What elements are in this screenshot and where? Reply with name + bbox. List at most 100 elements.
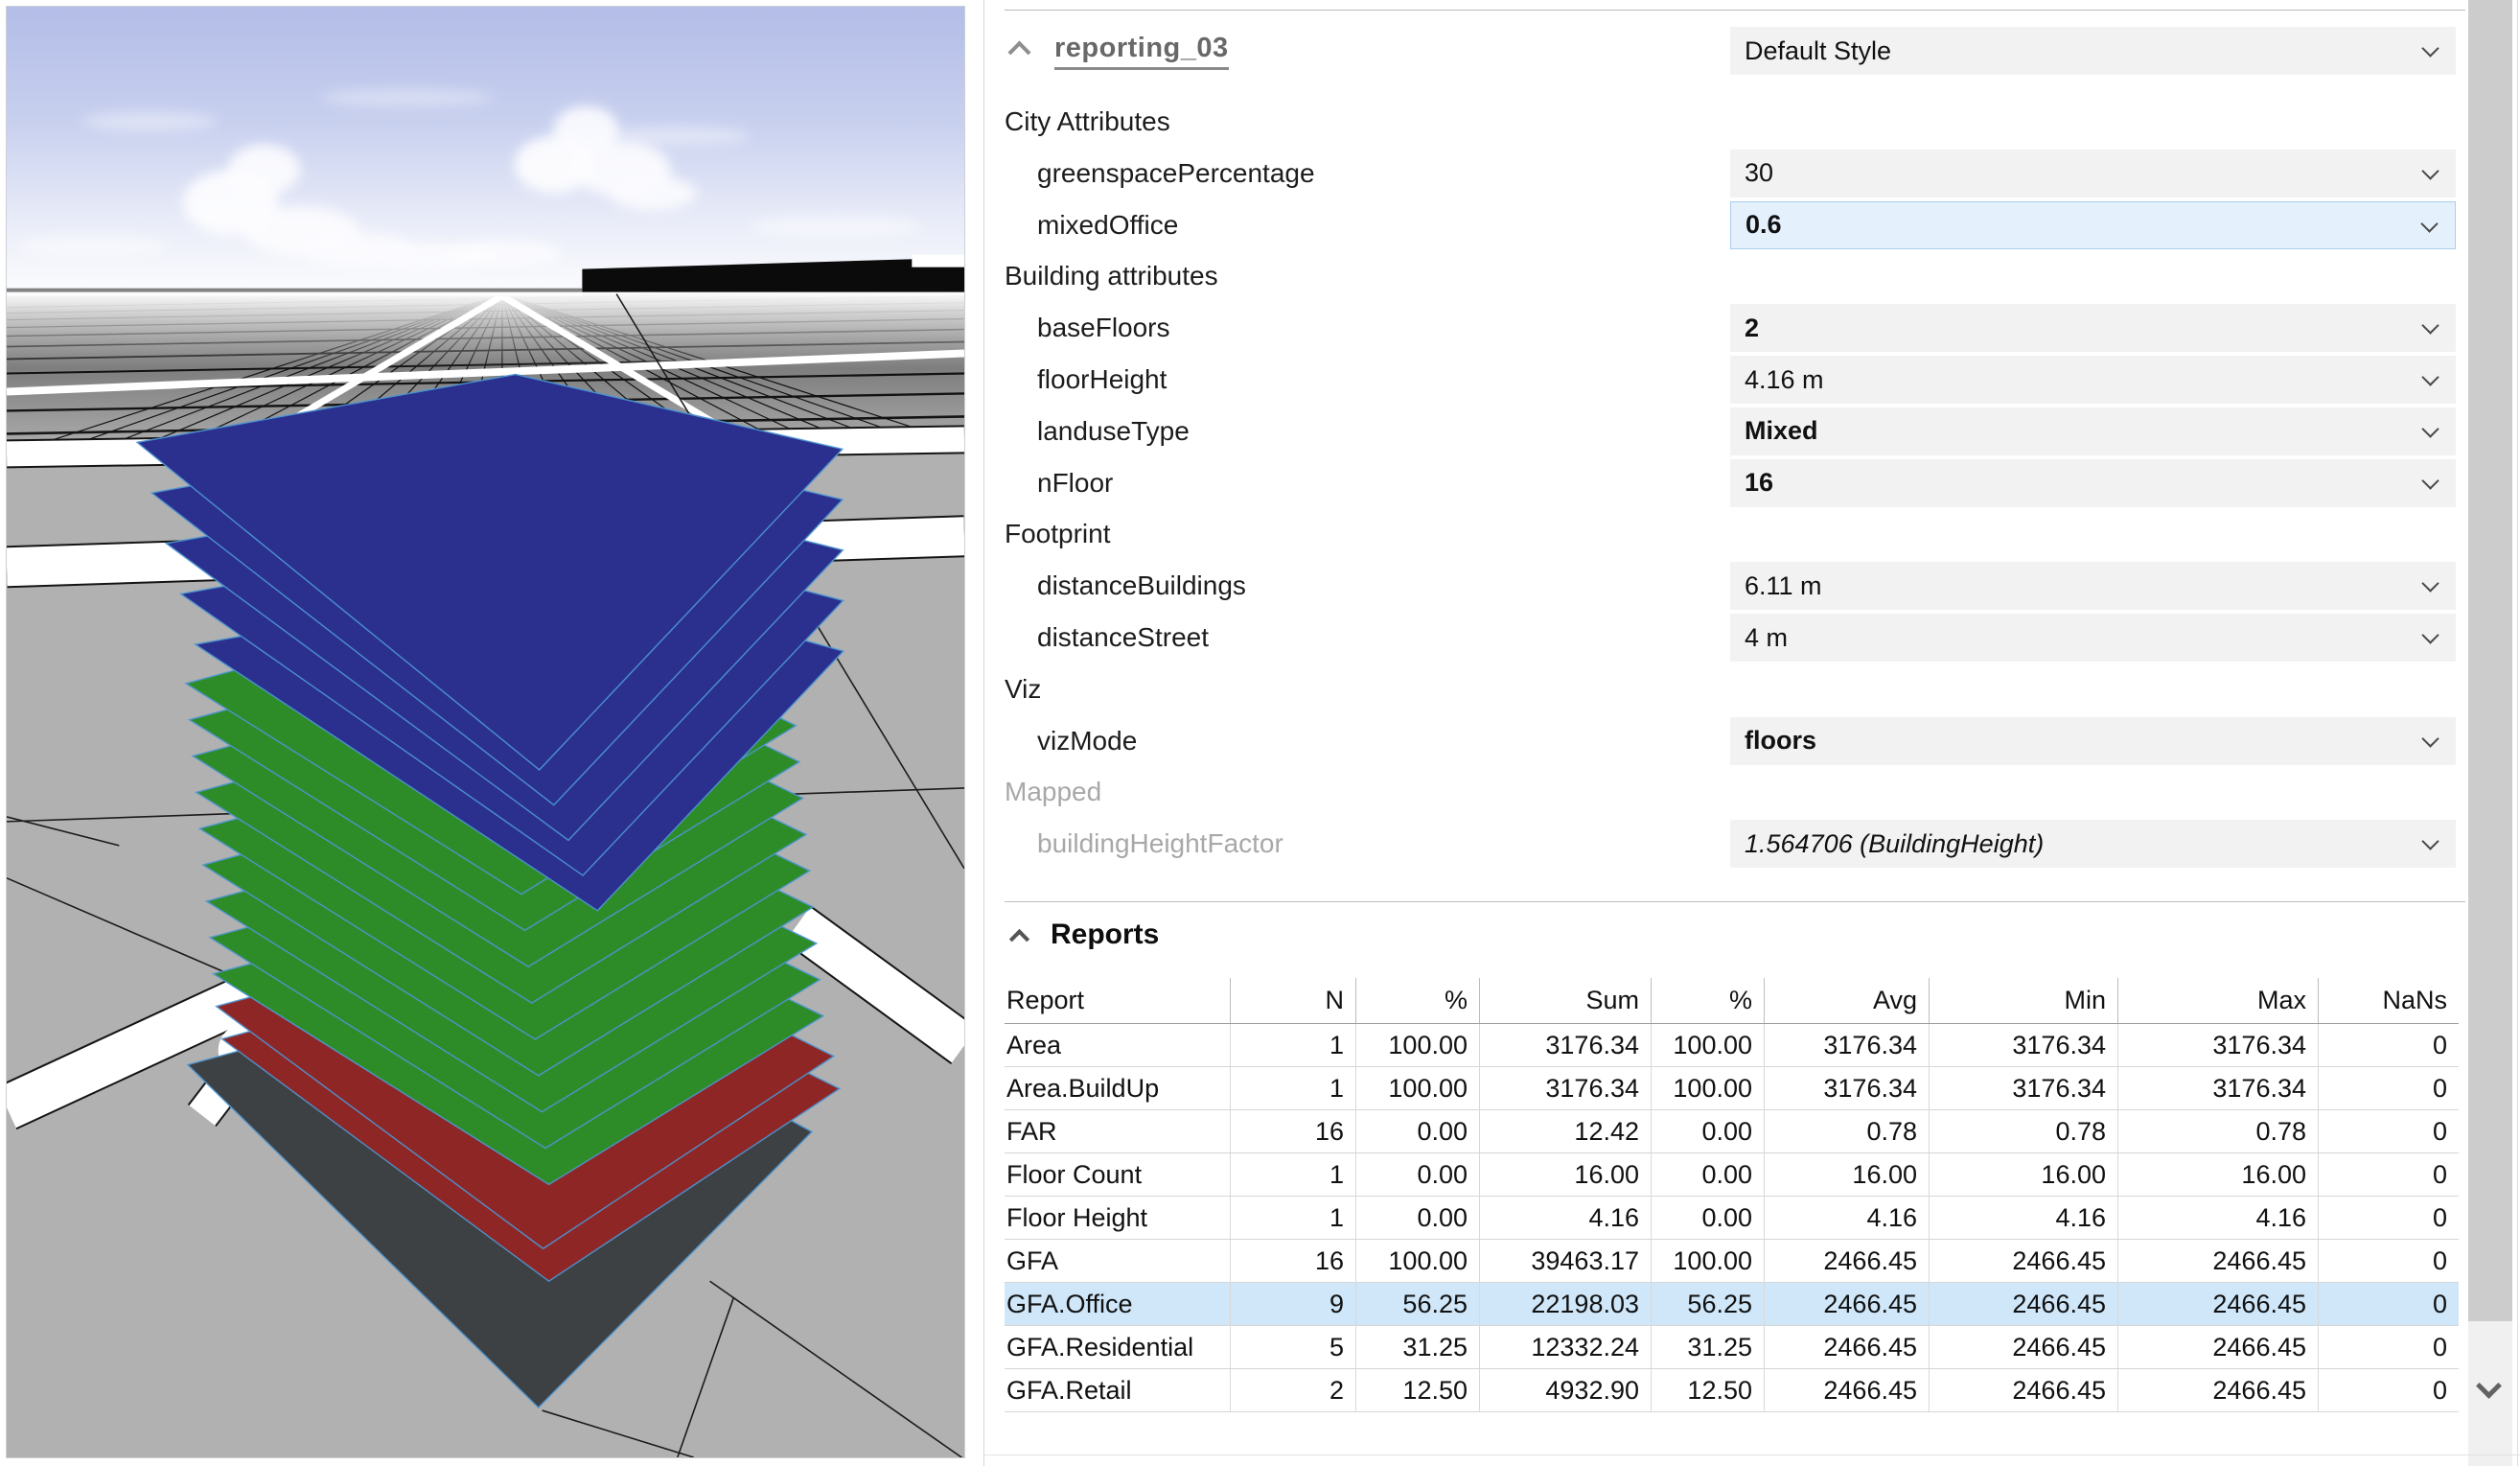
table-cell: 1 [1230,1197,1355,1239]
value-dropdown-vizmode[interactable]: floors [1730,717,2456,765]
value-dropdown-nfloor[interactable]: 16 [1730,459,2456,507]
collapse-shape-icon[interactable] [1007,40,1030,63]
table-row-far[interactable]: FAR160.0012.420.000.780.780.780 [1005,1110,2459,1153]
table-cell: 3176.34 [2117,1024,2318,1066]
table-row-floor-height[interactable]: Floor Height10.004.160.004.164.164.160 [1005,1197,2459,1240]
attribute-label: baseFloors [1037,302,1170,354]
dropdown-value: 2 [1745,314,1759,343]
attribute-row-basefloors: baseFloors 2 [0,302,2520,354]
section-label: Footprint [1005,508,1111,560]
panel-bottom-rule [984,1454,2520,1455]
value-dropdown-landusetype[interactable]: Mixed [1730,407,2456,455]
table-cell: 100.00 [1355,1024,1479,1066]
column-header: Max [2117,978,2318,1023]
value-dropdown-buildingheightfactor[interactable]: 1.564706 (BuildingHeight) [1730,820,2456,868]
table-cell: 0 [2318,1283,2459,1325]
attribute-label: mixedOffice [1037,199,1178,251]
table-cell: 0.00 [1355,1197,1479,1239]
attribute-row-vizmode: vizMode floors [0,715,2520,767]
attribute-label: distanceStreet [1037,612,1209,663]
value-dropdown-distancestreet[interactable]: 4 m [1730,614,2456,662]
value-dropdown-mixedoffice[interactable]: 0.6 [1730,201,2456,249]
table-cell: FAR [1005,1110,1230,1152]
table-row-gfa-office[interactable]: GFA.Office956.2522198.0356.252466.452466… [1005,1283,2459,1326]
table-cell: 4.16 [2117,1197,2318,1239]
section-viz: Viz [0,663,2520,715]
dropdown-value: 0.6 [1746,210,1782,240]
table-row-area-buildup[interactable]: Area.BuildUp1100.003176.34100.003176.343… [1005,1067,2459,1110]
table-cell: 3176.34 [1764,1067,1929,1109]
dropdown-value: 1.564706 (BuildingHeight) [1745,829,2044,859]
table-cell: 12.50 [1355,1369,1479,1411]
table-cell: 3176.34 [1929,1024,2117,1066]
table-row-floor-count[interactable]: Floor Count10.0016.000.0016.0016.0016.00… [1005,1153,2459,1197]
column-header: NaNs [2318,978,2459,1023]
chevron-down-icon [2421,316,2439,334]
attribute-label: buildingHeightFactor [1037,818,1283,870]
table-cell: 3176.34 [1764,1024,1929,1066]
table-cell: 1 [1230,1024,1355,1066]
table-row-gfa-retail[interactable]: GFA.Retail212.504932.9012.502466.452466.… [1005,1369,2459,1412]
table-cell: 16.00 [2117,1153,2318,1196]
column-header: Min [1929,978,2117,1023]
attribute-label: vizMode [1037,715,1137,767]
table-cell: 0 [2318,1153,2459,1196]
table-cell: 2466.45 [1929,1240,2117,1282]
value-dropdown-distancebuildings[interactable]: 6.11 m [1730,562,2456,610]
column-header: Sum [1479,978,1651,1023]
table-row-area[interactable]: Area1100.003176.34100.003176.343176.3431… [1005,1024,2459,1067]
attribute-row-floorheight: floorHeight4.16 m [0,354,2520,406]
value-dropdown-floorheight[interactable]: 4.16 m [1730,356,2456,404]
collapse-reports-icon[interactable] [1009,929,1029,949]
attribute-label: landuseType [1037,406,1190,457]
table-cell: 1 [1230,1067,1355,1109]
value-dropdown-greenspacepercentage[interactable]: 30 [1730,150,2456,198]
dropdown-value: 4 m [1745,623,1788,653]
shape-name-link[interactable]: reporting_03 [1054,33,1229,70]
column-header: Report [1005,978,1230,1023]
chevron-down-icon [2421,730,2439,747]
section-mapped: Mapped [0,766,2520,818]
scrollbar-down-icon[interactable] [2476,1373,2502,1399]
table-cell: 0.00 [1355,1153,1479,1196]
column-header: % [1355,978,1479,1023]
table-cell: 2466.45 [2117,1369,2318,1411]
chevron-down-icon [2421,368,2439,385]
table-cell: 3176.34 [2117,1067,2318,1109]
application-window: reporting_03 Default Style City Attribut… [0,0,2520,1466]
table-cell: 2 [1230,1369,1355,1411]
table-cell: 2466.45 [2117,1326,2318,1368]
table-cell: 100.00 [1651,1024,1764,1066]
table-cell: 2466.45 [1929,1326,2117,1368]
table-cell: 0 [2318,1240,2459,1282]
style-dropdown-value: Default Style [1745,36,1891,66]
table-cell: 16.00 [1764,1153,1929,1196]
table-cell: 100.00 [1355,1067,1479,1109]
reports-table: ReportN%Sum%AvgMinMaxNaNsArea1100.003176… [1005,978,2459,1412]
chevron-down-icon [2421,472,2439,489]
table-cell: 3176.34 [1929,1067,2117,1109]
table-cell: 39463.17 [1479,1240,1651,1282]
table-cell: Area [1005,1024,1230,1066]
panel-top-rule [1005,10,2465,11]
section-label: Building attributes [1005,250,1218,302]
table-cell: 100.00 [1651,1240,1764,1282]
table-cell: 16 [1230,1110,1355,1152]
table-row-gfa[interactable]: GFA16100.0039463.17100.002466.452466.452… [1005,1240,2459,1283]
table-cell: 2466.45 [1929,1369,2117,1411]
column-header: N [1230,978,1355,1023]
attribute-row-buildingheightfactor: buildingHeightFactor 1.564706 (BuildingHe… [0,818,2520,870]
table-row-gfa-residential[interactable]: GFA.Residential531.2512332.2431.252466.4… [1005,1326,2459,1369]
table-cell: 0 [2318,1024,2459,1066]
attribute-label: greenspacePercentage [1037,148,1315,199]
table-cell: 2466.45 [1764,1240,1929,1282]
table-cell: 16.00 [1479,1153,1651,1196]
table-cell: 12.50 [1651,1369,1764,1411]
reports-header: Reports [0,913,2520,965]
value-dropdown-basefloors[interactable]: 2 [1730,304,2456,352]
table-cell: 0.78 [1764,1110,1929,1152]
scrollbar-thumb[interactable] [2468,0,2512,1321]
style-dropdown[interactable]: Default Style [1730,27,2456,75]
scrollbar[interactable] [2468,0,2512,1466]
table-cell: 4.16 [1929,1197,2117,1239]
